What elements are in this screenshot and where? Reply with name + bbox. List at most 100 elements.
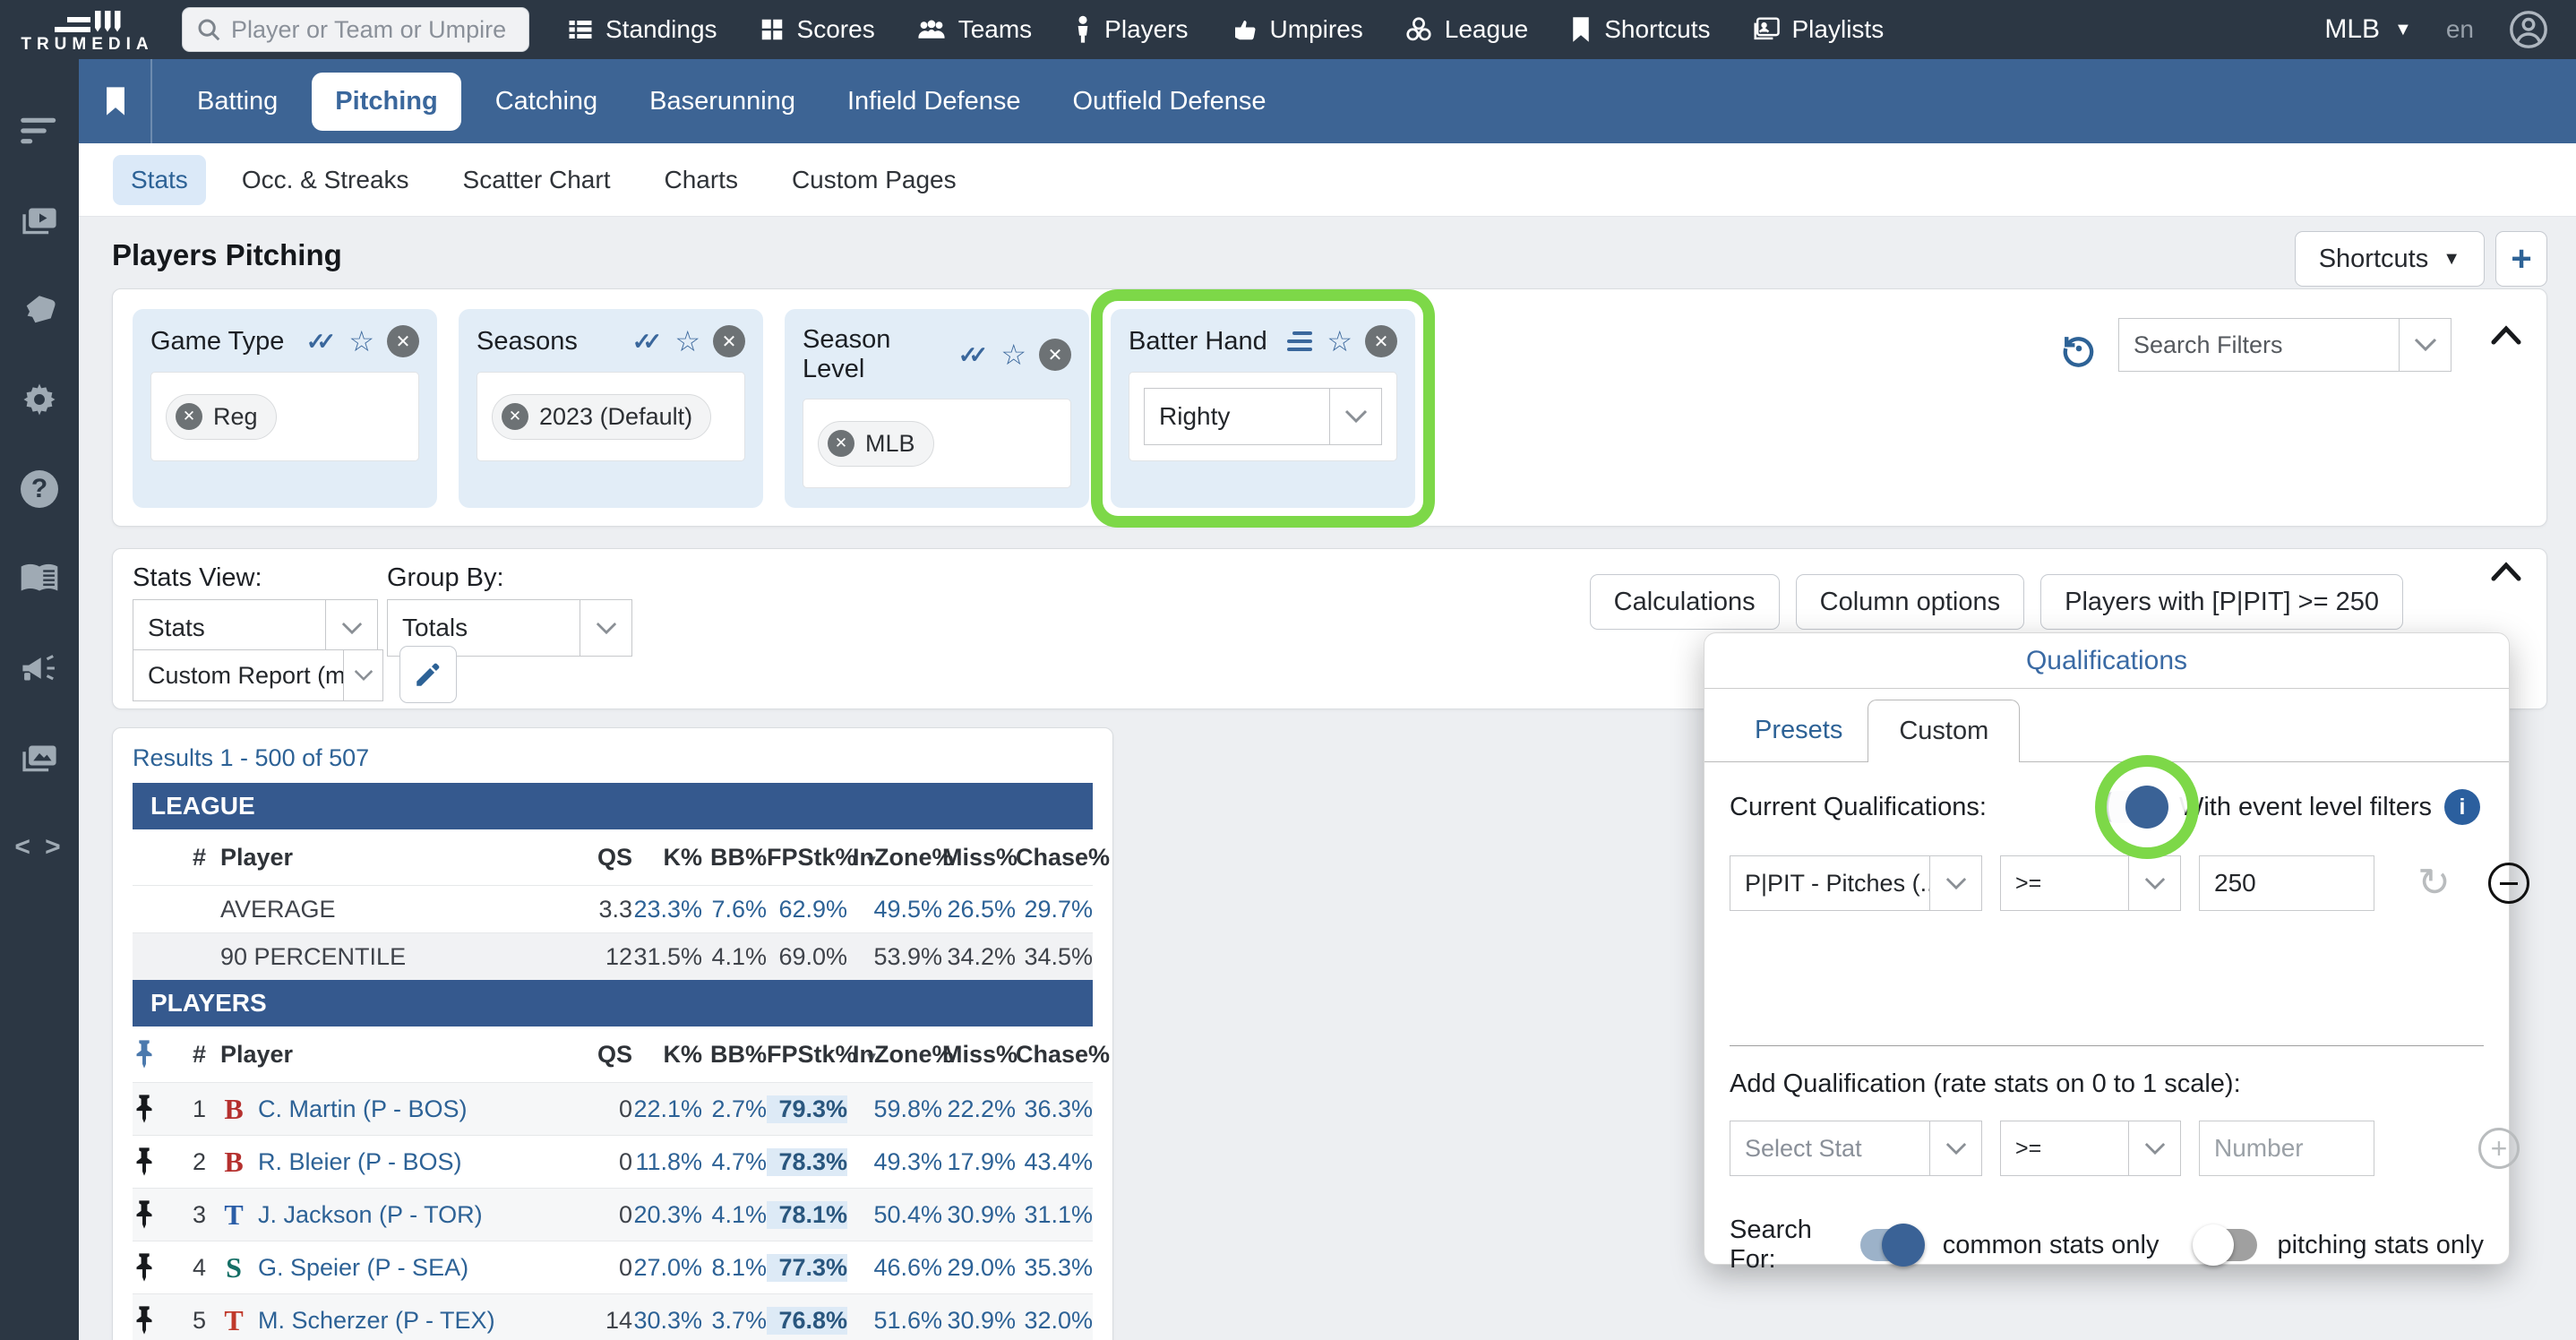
book-icon[interactable] bbox=[0, 534, 79, 623]
cell-chase[interactable]: 29.7% bbox=[1016, 896, 1093, 923]
cell-miss[interactable]: 22.2% bbox=[942, 1095, 1016, 1123]
tab-pitching[interactable]: Pitching bbox=[312, 72, 461, 131]
collapse-controls-icon[interactable] bbox=[2491, 562, 2521, 581]
nav-players[interactable]: Players bbox=[1073, 15, 1189, 44]
col-fpstk-header[interactable]: FPStk% ▼ bbox=[767, 1041, 879, 1069]
search-input[interactable] bbox=[231, 15, 516, 44]
cell-chase[interactable]: 43.4% bbox=[1016, 1148, 1093, 1176]
tag-icon[interactable] bbox=[0, 265, 79, 355]
cell-chase[interactable]: 35.3% bbox=[1016, 1254, 1093, 1282]
tab-charts[interactable]: Charts bbox=[646, 155, 755, 205]
info-icon[interactable]: i bbox=[2444, 789, 2480, 825]
trumedia-logo[interactable]: TRUMEDIA bbox=[0, 5, 175, 55]
cell-k[interactable]: 22.1% bbox=[632, 1095, 702, 1123]
tab-batting[interactable]: Batting bbox=[179, 73, 296, 131]
cell-chase[interactable]: 31.1% bbox=[1016, 1201, 1093, 1229]
qualification-operator-select[interactable]: >= bbox=[2000, 855, 2181, 911]
filter-chip[interactable]: ✕ Reg bbox=[166, 393, 277, 440]
select-all-icon[interactable]: ✓✓ bbox=[958, 341, 989, 369]
cell-fpstk[interactable]: 62.9% bbox=[767, 896, 853, 923]
search-filters-select[interactable]: Search Filters bbox=[2118, 318, 2451, 372]
nav-shortcuts[interactable]: Shortcuts bbox=[1569, 15, 1711, 44]
cell-inzone[interactable]: 51.6% bbox=[853, 1307, 942, 1335]
pin-icon[interactable] bbox=[133, 1305, 156, 1336]
col-miss-header[interactable]: Miss% bbox=[942, 844, 1018, 872]
col-k-header[interactable]: K% bbox=[632, 1041, 702, 1069]
nav-league[interactable]: League bbox=[1404, 15, 1528, 44]
cell-k[interactable]: 11.8% bbox=[632, 1148, 702, 1176]
col-rank-header[interactable]: # bbox=[172, 844, 206, 872]
account-avatar[interactable] bbox=[2508, 9, 2549, 50]
col-player-header[interactable]: Player bbox=[206, 1041, 582, 1069]
remove-filter-icon[interactable]: ✕ bbox=[387, 325, 419, 357]
tab-outfield-defense[interactable]: Outfield Defense bbox=[1054, 73, 1284, 131]
results-count[interactable]: Results 1 - 500 of 507 bbox=[133, 737, 1093, 783]
filter-chip[interactable]: ✕ 2023 (Default) bbox=[492, 393, 712, 440]
nav-scores[interactable]: Scores bbox=[759, 15, 875, 44]
filter-history-icon[interactable] bbox=[2059, 329, 2099, 368]
col-rank-header[interactable]: # bbox=[172, 1041, 206, 1069]
calculations-button[interactable]: Calculations bbox=[1589, 574, 1780, 630]
remove-chip-icon[interactable]: ✕ bbox=[502, 403, 528, 430]
help-icon[interactable]: ? bbox=[0, 444, 79, 534]
select-all-icon[interactable]: ✓✓ bbox=[306, 328, 337, 356]
col-chase-header[interactable]: Chase% bbox=[1016, 844, 1110, 872]
cell-chase[interactable]: 32.0% bbox=[1016, 1307, 1093, 1335]
tab-catching[interactable]: Catching bbox=[477, 73, 615, 131]
remove-filter-icon[interactable]: ✕ bbox=[1365, 325, 1397, 357]
filter-chip[interactable]: ✕ MLB bbox=[818, 420, 934, 467]
col-bb-header[interactable]: BB% bbox=[702, 1041, 767, 1069]
cell-fpstk[interactable]: 79.3% bbox=[767, 1095, 847, 1123]
cell-inzone[interactable]: 59.8% bbox=[853, 1095, 942, 1123]
remove-filter-icon[interactable]: ✕ bbox=[713, 325, 745, 357]
shortcuts-button[interactable]: Shortcuts ▼ bbox=[2294, 231, 2485, 287]
cell-inzone[interactable]: 49.3% bbox=[853, 1148, 942, 1176]
pin-icon[interactable] bbox=[133, 1199, 156, 1230]
batter-hand-select[interactable]: Righty bbox=[1144, 388, 1382, 445]
add-shortcut-button[interactable]: + bbox=[2495, 231, 2547, 287]
col-fpstk-header[interactable]: FPStk% ▼ bbox=[767, 844, 879, 872]
code-icon[interactable]: < > bbox=[0, 803, 79, 892]
qualification-value-input[interactable] bbox=[2199, 855, 2374, 911]
col-miss-header[interactable]: Miss% bbox=[942, 1041, 1018, 1069]
custom-report-select[interactable]: Custom Report (me) bbox=[133, 649, 383, 701]
cell-inzone[interactable]: 49.5% bbox=[853, 896, 942, 923]
column-options-button[interactable]: Column options bbox=[1795, 574, 2025, 630]
cell-inzone[interactable]: 50.4% bbox=[853, 1201, 942, 1229]
cell-bb[interactable]: 4.1% bbox=[702, 1201, 767, 1229]
tab-baserunning[interactable]: Baserunning bbox=[631, 73, 813, 131]
player-link[interactable]: G. Speier (P - SEA) bbox=[258, 1254, 468, 1282]
cell-miss[interactable]: 30.9% bbox=[942, 1307, 1016, 1335]
col-k-header[interactable]: K% bbox=[632, 844, 702, 872]
cell-miss[interactable]: 29.0% bbox=[942, 1254, 1016, 1282]
global-search[interactable] bbox=[182, 7, 529, 52]
cell-miss[interactable]: 30.9% bbox=[942, 1201, 1016, 1229]
league-picker[interactable]: MLB ▼ bbox=[2324, 14, 2411, 45]
image-playlist-icon[interactable] bbox=[0, 713, 79, 803]
edit-report-button[interactable] bbox=[399, 646, 457, 703]
cell-chase[interactable]: 36.3% bbox=[1016, 1095, 1093, 1123]
pin-icon[interactable] bbox=[133, 1094, 156, 1124]
select-all-icon[interactable]: ✓✓ bbox=[632, 328, 663, 356]
favorite-star-icon[interactable]: ☆ bbox=[1000, 340, 1026, 369]
cell-miss[interactable]: 26.5% bbox=[942, 896, 1016, 923]
cell-bb[interactable]: 2.7% bbox=[702, 1095, 767, 1123]
cell-k[interactable]: 20.3% bbox=[632, 1201, 702, 1229]
tab-stats[interactable]: Stats bbox=[113, 154, 206, 205]
col-qs-header[interactable]: QS bbox=[582, 844, 632, 872]
cell-k[interactable]: 30.3% bbox=[632, 1307, 702, 1335]
pitching-stats-toggle[interactable] bbox=[2193, 1224, 2258, 1266]
remove-chip-icon[interactable]: ✕ bbox=[176, 403, 202, 430]
nav-teams[interactable]: Teams bbox=[916, 15, 1032, 44]
collapse-filters-icon[interactable] bbox=[2491, 325, 2521, 345]
col-player-header[interactable]: Player bbox=[206, 844, 582, 872]
col-bb-header[interactable]: BB% bbox=[702, 844, 767, 872]
megaphone-icon[interactable] bbox=[0, 623, 79, 713]
player-link[interactable]: C. Martin (P - BOS) bbox=[258, 1095, 468, 1123]
gear-icon[interactable] bbox=[0, 355, 79, 444]
cell-bb[interactable]: 3.7% bbox=[702, 1307, 767, 1335]
event-level-filters-toggle[interactable] bbox=[2094, 755, 2199, 859]
col-inzone-header[interactable]: InZone% bbox=[853, 1041, 954, 1069]
tab-infield-defense[interactable]: Infield Defense bbox=[829, 73, 1038, 131]
remove-qualification-icon[interactable] bbox=[2487, 863, 2529, 904]
